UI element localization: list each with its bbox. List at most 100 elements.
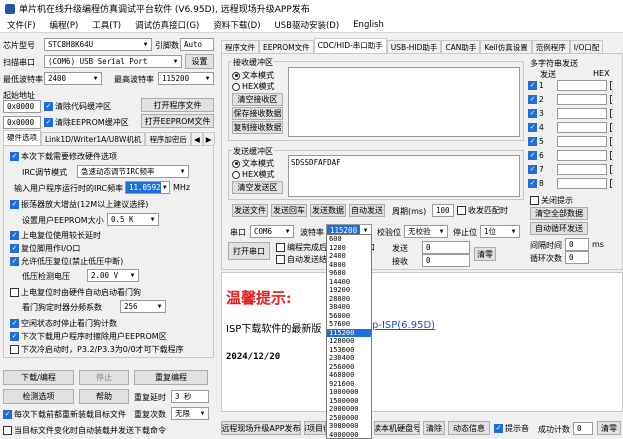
min-baud-select[interactable]: 2400 ▼ (44, 72, 102, 85)
read-disk-button[interactable]: 读本机硬盘号 (374, 421, 420, 435)
baud-option[interactable]: 600 (327, 235, 371, 244)
send-data-button[interactable]: 发送数据 (310, 204, 346, 217)
menu-download[interactable]: 资料下载(D) (206, 19, 267, 31)
baud-option[interactable]: 460800 (327, 371, 371, 380)
option-low-voltage[interactable]: ✓ 允许低压复位(禁止低压中断) (10, 256, 123, 267)
multi-send-input[interactable] (557, 135, 607, 147)
baud-option[interactable]: 128000 (327, 337, 371, 346)
serial-port-select[interactable]: COM6 ▼ (250, 225, 294, 238)
parity-select[interactable]: 无校验 ▼ (404, 225, 448, 238)
tab-can[interactable]: CAN助手 (441, 40, 481, 53)
clear-count-button[interactable]: 清零 (474, 247, 496, 261)
multi-send-input[interactable] (557, 177, 607, 189)
tab-usb-hid[interactable]: USB-HID助手 (386, 40, 442, 53)
period-input[interactable]: 100 (432, 204, 454, 217)
repeat-count-select[interactable]: 无限 ▼ (171, 407, 209, 420)
interval-input[interactable]: 0 (565, 238, 589, 251)
multi-send-input[interactable] (557, 121, 607, 133)
option-modify-hw[interactable]: ✓ 本次下载需要修改硬件选项 (10, 151, 117, 162)
tab-scroll-right-icon[interactable]: ▶ (202, 132, 215, 145)
close-hint-option[interactable]: 关闭提示 (530, 195, 573, 206)
clear-code-option[interactable]: ✓ 清除代码缓冲区 (44, 101, 111, 112)
open-eeprom-button[interactable]: 打开EEPROM文件 (141, 114, 214, 128)
checkbox-icon[interactable]: ✓ (528, 150, 537, 160)
tab-keil[interactable]: Keil仿真设置 (480, 40, 532, 53)
checkbox-icon[interactable]: ✓ (528, 122, 537, 132)
send-hex-mode[interactable]: HEX模式 (232, 169, 275, 180)
tab-scroll-left-icon[interactable]: ◀ (190, 132, 203, 145)
checkbox-icon[interactable]: ✓ (528, 164, 537, 174)
download-button[interactable]: 下载/编程 (3, 370, 74, 385)
baud-option[interactable]: 9600 (327, 269, 371, 278)
baud-option[interactable]: 921600 (327, 380, 371, 389)
baud-option[interactable]: 3000000 (327, 422, 371, 431)
baud-option[interactable]: 38400 (327, 303, 371, 312)
pin-select[interactable]: Auto (180, 38, 214, 51)
eeprom-start-address[interactable]: 0x0000 (3, 116, 41, 129)
option-cold-start[interactable]: 下次冷启动时，P3.2/P3.3为0/0才可下载程序 (10, 344, 184, 355)
menu-tools[interactable]: 工具(T) (85, 19, 128, 31)
multi-send-scrollbar[interactable] (612, 78, 621, 190)
clear-receive-button[interactable]: 清空接收区 (232, 93, 283, 106)
send-enter-button[interactable]: 发送回车 (271, 204, 307, 217)
eeprom-size-select[interactable]: 0.5 K ▼ (107, 213, 159, 226)
baud-option[interactable]: 2400 (327, 252, 371, 261)
open-serial-button[interactable]: 打开串口 (228, 242, 270, 260)
recv-hex-mode[interactable]: HEX模式 (232, 81, 275, 92)
stop-button[interactable]: 停止 (79, 370, 129, 385)
send-text-mode[interactable]: 文本模式 (232, 158, 274, 169)
clear-info-button[interactable]: 清除 (423, 421, 445, 435)
menu-program[interactable]: 编程(P) (43, 19, 86, 31)
clear-send-button[interactable]: 清空发送区 (232, 181, 283, 194)
baud-option-selected[interactable]: 115200 (327, 328, 371, 337)
settings-button[interactable]: 设置 (185, 54, 214, 69)
notice-link[interactable]: p-ISP(6.95D) (372, 320, 435, 331)
baud-dropdown-list[interactable]: 600 1200 2400 4800 9600 14400 19200 2880… (326, 234, 372, 439)
checkbox-icon[interactable]: ✓ (528, 108, 537, 118)
irc-mode-select[interactable]: 急速动态调节IRC频率 ▼ (77, 165, 189, 178)
open-program-button[interactable]: 打开程序文件 (141, 98, 214, 112)
loop-count-input[interactable]: 0 (565, 251, 589, 264)
auto-send-on-change-option[interactable]: 当目标文件变化时自动装载并发送下载命令 (3, 425, 166, 436)
send-textarea[interactable]: SDSSDFAFDAF (288, 155, 520, 197)
option-idle-wdt[interactable]: ✓ 空闲状态时停止看门狗计数 (10, 318, 117, 329)
beep-option[interactable]: ✓ 提示音 (494, 423, 529, 434)
reprogram-button[interactable]: 重复编程 (134, 370, 208, 385)
tab-io-config[interactable]: I/O口配 (569, 40, 604, 53)
baud-option[interactable]: 1200 (327, 244, 371, 253)
baud-option[interactable]: 230400 (327, 354, 371, 363)
copy-receive-button[interactable]: 复制接收数据 (232, 121, 283, 134)
reload-before-download-option[interactable]: ✓ 每次下载前都重新装载目标文件 (3, 409, 126, 420)
clear-all-button[interactable]: 清空全部数据 (530, 207, 588, 220)
remote-app-button[interactable]: 远程现场升级APP发布 (221, 421, 301, 435)
baud-option[interactable]: 56000 (327, 312, 371, 321)
baud-option[interactable]: 153600 (327, 346, 371, 355)
help-button[interactable]: 帮助 (79, 389, 129, 404)
auto-send-button[interactable]: 自动发送 (349, 204, 385, 217)
wdt-div-select[interactable]: 256 ▼ (120, 300, 166, 313)
baud-option[interactable]: 4800 (327, 261, 371, 270)
tab-hardware[interactable]: 硬件选项 (3, 130, 41, 145)
clear-success-button[interactable]: 清零 (597, 421, 621, 435)
tab-encrypt[interactable]: 程序加密后 (145, 132, 191, 145)
option-long-reset[interactable]: ✓ 上电复位使用较长延时 (10, 230, 101, 241)
multi-send-input[interactable] (557, 163, 607, 175)
menu-debug[interactable]: 调试仿真接口(G) (128, 19, 206, 31)
checkbox-icon[interactable]: ✓ (528, 136, 537, 146)
tab-link1d[interactable]: Link1D/Writer1A/U8W机机 (41, 132, 146, 145)
receive-textarea[interactable] (288, 67, 520, 137)
tab-examples[interactable]: 范例程序 (531, 40, 570, 53)
repeat-delay-select[interactable]: 3 秒 (171, 390, 209, 403)
tab-eeprom-file[interactable]: EEPROM文件 (259, 40, 314, 53)
send-file-button[interactable]: 发送文件 (232, 204, 268, 217)
multi-send-input[interactable] (557, 93, 607, 105)
baud-option[interactable]: 256000 (327, 363, 371, 372)
auto-loop-button[interactable]: 自动循环发送 (530, 222, 588, 235)
dynamic-info-button[interactable]: 动态信息 (448, 421, 490, 435)
option-watchdog-auto[interactable]: 上电复位时由硬件自动启动看门狗 (10, 287, 141, 298)
baud-option[interactable]: 28800 (327, 295, 371, 304)
option-reset-io[interactable]: ✓ 复位脚用作I/O口 (10, 243, 80, 254)
lvd-select[interactable]: 2.00 V ▼ (87, 269, 139, 282)
recv-text-mode[interactable]: 文本模式 (232, 70, 274, 81)
menu-usb-driver[interactable]: USB驱动安装(D) (268, 19, 347, 31)
